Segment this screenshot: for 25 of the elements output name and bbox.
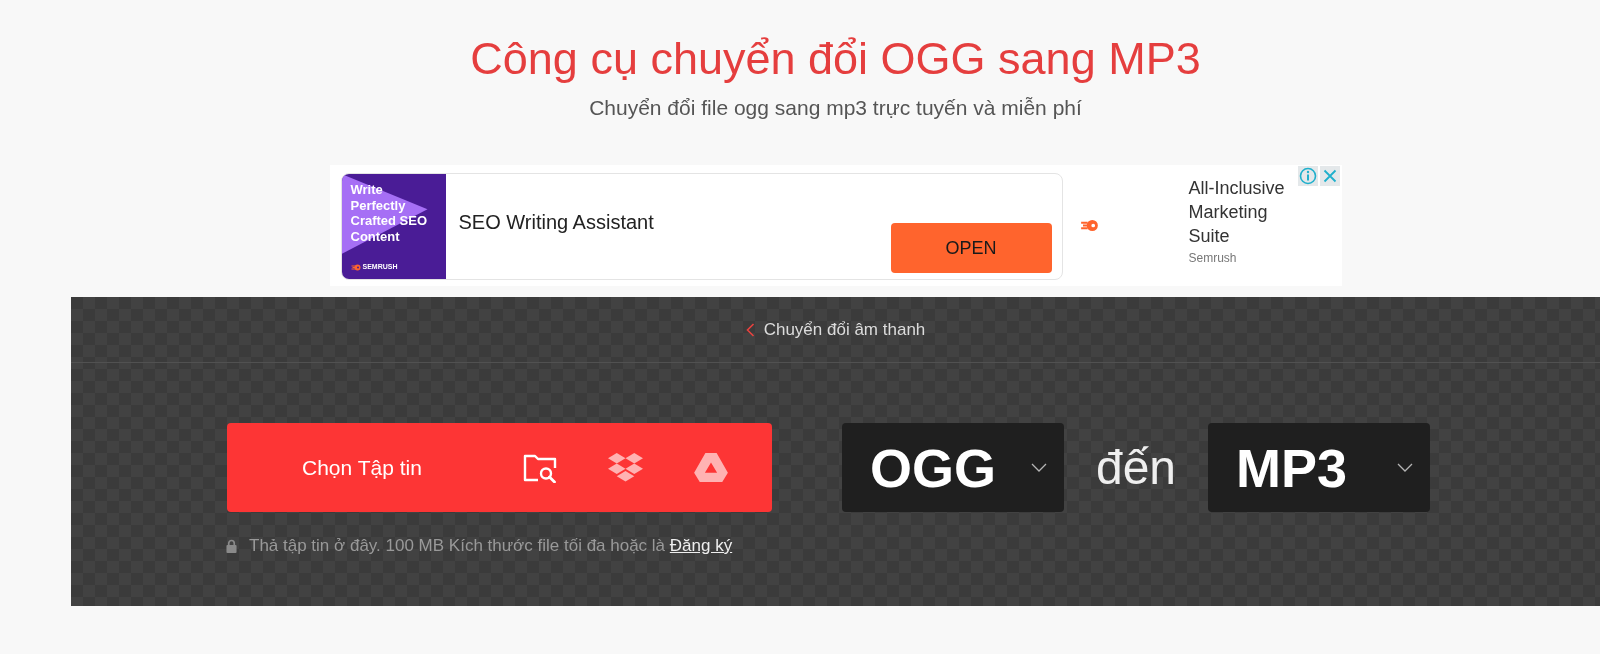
to-label: đến (1094, 439, 1178, 496)
ad-image-text: Write Perfectly Crafted SEO Content (350, 182, 429, 244)
ad-tagline: All-Inclusive Marketing Suite (1188, 177, 1286, 248)
page-subtitle: Chuyển đổi file ogg sang mp3 trực tuyến và miễn phí (589, 95, 1082, 121)
choose-file-button[interactable]: Chọn Tập tin (302, 455, 523, 480)
lock-icon (226, 539, 237, 553)
open-button[interactable]: OPEN (890, 223, 1052, 273)
advertiser-name: Semrush (1188, 250, 1238, 266)
source-format-select[interactable]: OGG (842, 423, 1064, 512)
folder-search-icon[interactable] (523, 452, 557, 483)
breadcrumb-link[interactable]: Chuyển đổi âm thanh (763, 319, 926, 340)
page-title: Công cụ chuyển đổi OGG sang MP3 (470, 33, 1201, 85)
chevron-left-icon[interactable] (745, 322, 755, 337)
target-format-select[interactable]: MP3 (1208, 423, 1430, 512)
diamond-box-icon[interactable] (608, 453, 643, 482)
signup-link[interactable]: Đăng ký (669, 536, 733, 555)
fireball-icon (350, 263, 361, 271)
close-icon[interactable] (1319, 166, 1340, 186)
info-icon[interactable] (1297, 166, 1318, 186)
chevron-down-icon (1031, 463, 1047, 472)
upload-hint: Thả tập tin ở đây. 100 MB Kích thước file tối đa hoặc là Đăng ký (249, 535, 733, 557)
triangle-icon[interactable] (694, 452, 728, 483)
ad-headline: SEO Writing Assistant (458, 210, 654, 235)
fireball-icon (1079, 219, 1099, 232)
chevron-down-icon (1397, 463, 1413, 472)
